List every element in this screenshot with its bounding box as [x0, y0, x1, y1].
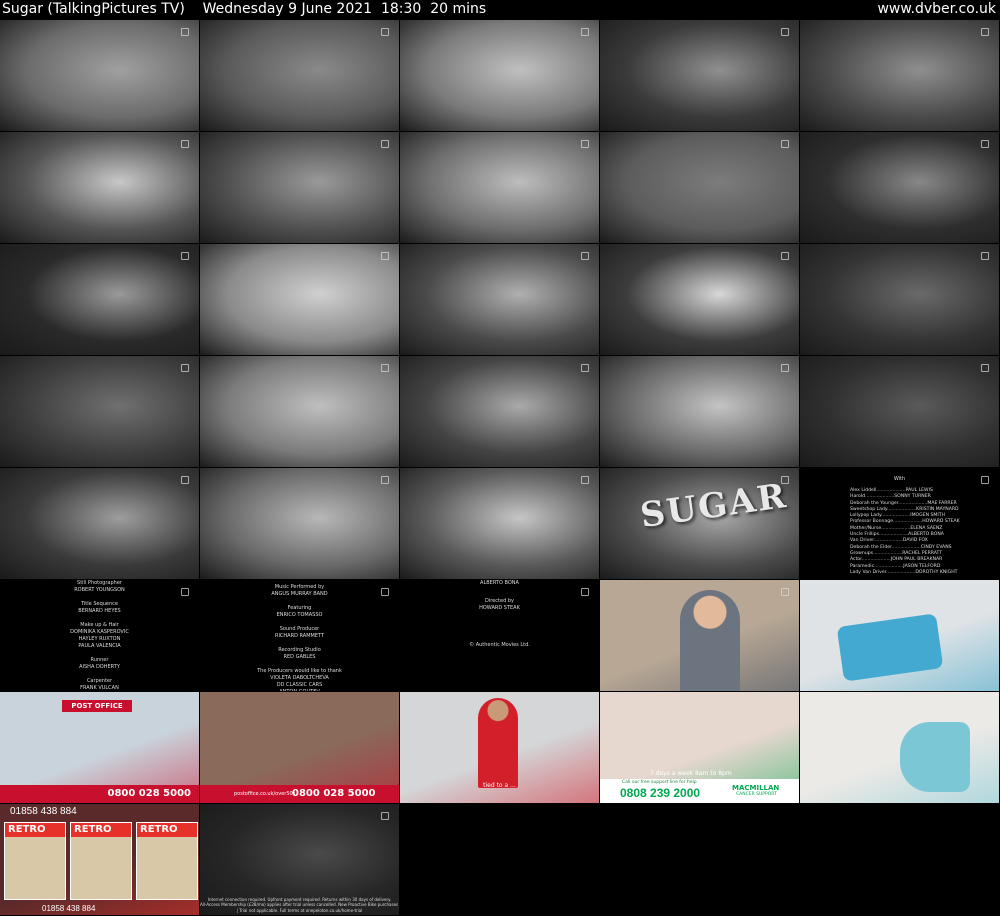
thumbnail-r6c4[interactable]: [600, 580, 799, 691]
credits-cast-list: Alex Liddell....................PAUL LEW…: [850, 488, 960, 575]
thumbnail-r1c3[interactable]: [400, 20, 599, 131]
magazine-cover: RETRO: [70, 822, 132, 900]
thumbnail-r3c1[interactable]: [0, 244, 199, 355]
channel-bug-icon: [581, 588, 589, 596]
thumbnail-r5c2[interactable]: [200, 468, 399, 579]
channel-bug-icon: [181, 140, 189, 148]
channel-bug-icon: [181, 476, 189, 484]
post-office-sign: POST OFFICE: [62, 700, 132, 712]
thumbnail-r7c3[interactable]: tied to a ...: [400, 692, 599, 803]
thumbnail-r6c2[interactable]: Music Performed by ANGUS MURRAY BAND Fea…: [200, 580, 399, 691]
macmillan-phone: 0808 239 2000: [620, 786, 701, 800]
thumbnail-r3c3[interactable]: [400, 244, 599, 355]
macmillan-brand: MACMILLAN: [732, 784, 780, 792]
sugar-title-text: SUGAR: [637, 475, 790, 537]
channel-bug-icon: [781, 588, 789, 596]
thumbnail-r3c5[interactable]: [800, 244, 999, 355]
channel-bug-icon: [781, 140, 789, 148]
magazine-title: RETRO: [74, 824, 112, 835]
thumbnail-r3c2[interactable]: [200, 244, 399, 355]
channel-bug-icon: [981, 252, 989, 260]
thumbnail-r2c1[interactable]: [0, 132, 199, 243]
channel-bug-icon: [781, 364, 789, 372]
channel-bug-icon: [581, 252, 589, 260]
credits-copyright: © Authentic Movies Ltd.: [469, 642, 530, 648]
thumbnail-r2c5[interactable]: [800, 132, 999, 243]
credits-header: With: [893, 476, 906, 482]
thumbnail-r5c1[interactable]: [0, 468, 199, 579]
thumbnail-r6c5[interactable]: [800, 580, 999, 691]
credits-crew-2: Music Performed by ANGUS MURRAY BAND Fea…: [257, 584, 342, 691]
channel-bug-icon: [781, 28, 789, 36]
thumbnail-r4c1[interactable]: [0, 356, 199, 467]
thumbnail-r4c3[interactable]: [400, 356, 599, 467]
channel-bug-icon: [581, 476, 589, 484]
thumbnail-r7c4[interactable]: 7 days a week 8am to 8pm Call our free su…: [600, 692, 799, 803]
channel-bug-icon: [381, 812, 389, 820]
credits-crew-1: Still Photographer ROBERT YOUNGSON Title…: [70, 580, 129, 691]
channel-bug-icon: [781, 252, 789, 260]
magazine-cover: RETRO: [136, 822, 198, 900]
thumbnail-r1c2[interactable]: [200, 20, 399, 131]
channel-bug-icon: [981, 140, 989, 148]
thumbnail-r7c5[interactable]: [800, 692, 999, 803]
retro-phone-top: 01858 438 884: [10, 806, 77, 817]
macmillan-line: Call our free support line for help: [622, 780, 697, 785]
channel-bug-icon: [581, 364, 589, 372]
credits-crew-3a: ALBERTO BONA: [480, 580, 519, 586]
thumbnail-r3c4[interactable]: [600, 244, 799, 355]
post-office-phone-2: 0800 028 5000: [292, 788, 376, 799]
thumbnail-r8c1[interactable]: 01858 438 884 RETRO RETRO RETRO 01858 438 88…: [0, 804, 199, 915]
thumbnail-r7c2[interactable]: postoffice.co.uk/over50s 0800 028 5000: [200, 692, 399, 803]
thumbnail-r4c2[interactable]: [200, 356, 399, 467]
thumbnail-r5c4[interactable]: SUGAR: [600, 468, 799, 579]
product-tub: [836, 613, 944, 682]
car-caption: tied to a ...: [483, 782, 516, 789]
macmillan-hours: 7 days a week 8am to 8pm: [650, 770, 732, 777]
post-office-phone: 0800 028 5000: [0, 785, 199, 803]
thumbnail-r5c3[interactable]: [400, 468, 599, 579]
programme-title: Sugar (TalkingPictures TV) Wednesday 9 J…: [2, 1, 487, 17]
retro-phone-bottom: 01858 438 884: [42, 904, 96, 913]
macmillan-sub: CANCER SUPPORT: [736, 792, 777, 797]
header-bar: Sugar (TalkingPictures TV) Wednesday 9 J…: [0, 0, 1000, 20]
credits-director: Directed by HOWARD STEAK: [479, 598, 520, 611]
channel-bug-icon: [381, 476, 389, 484]
channel-bug-icon: [181, 28, 189, 36]
thumbnail-r1c1[interactable]: [0, 20, 199, 131]
thumbnail-r6c3[interactable]: ALBERTO BONA Directed by HOWARD STEAK © Au…: [400, 580, 599, 691]
channel-bug-icon: [381, 252, 389, 260]
channel-bug-icon: [381, 28, 389, 36]
thumbnail-r2c3[interactable]: [400, 132, 599, 243]
thumbnail-r1c4[interactable]: [600, 20, 799, 131]
thumbnail-r2c4[interactable]: [600, 132, 799, 243]
presenter-figure: [478, 698, 518, 788]
channel-bug-icon: [381, 364, 389, 372]
magazine-cover: RETRO: [4, 822, 66, 900]
magazine-title: RETRO: [8, 824, 46, 835]
towel-figure: [900, 722, 970, 792]
channel-bug-icon: [181, 364, 189, 372]
person-figure: [680, 590, 740, 691]
thumbnail-r1c5[interactable]: [800, 20, 999, 131]
thumbnail-r4c5[interactable]: [800, 356, 999, 467]
thumbnail-r8c2[interactable]: Internet connection required. Upfront pa…: [200, 804, 399, 915]
thumbnail-r2c2[interactable]: [200, 132, 399, 243]
thumbnail-r6c1[interactable]: Still Photographer ROBERT YOUNGSON Title…: [0, 580, 199, 691]
channel-bug-icon: [381, 140, 389, 148]
channel-bug-icon: [581, 28, 589, 36]
magazine-title: RETRO: [140, 824, 178, 835]
macmillan-band: Call our free support line for help 0808 …: [600, 779, 799, 803]
thumbnail-r7c1[interactable]: POST OFFICE 0800 028 5000: [0, 692, 199, 803]
channel-bug-icon: [581, 140, 589, 148]
small-print: Internet connection required. Upfront pa…: [200, 896, 399, 913]
channel-bug-icon: [981, 364, 989, 372]
site-url[interactable]: www.dvber.co.uk: [877, 0, 996, 19]
channel-bug-icon: [981, 28, 989, 36]
thumbnail-r5c5[interactable]: With Alex Liddell....................PAUL…: [800, 468, 999, 579]
thumbnail-grid: SUGAR With Alex Liddell...................…: [0, 20, 1000, 916]
channel-bug-icon: [181, 252, 189, 260]
thumbnail-r4c4[interactable]: [600, 356, 799, 467]
